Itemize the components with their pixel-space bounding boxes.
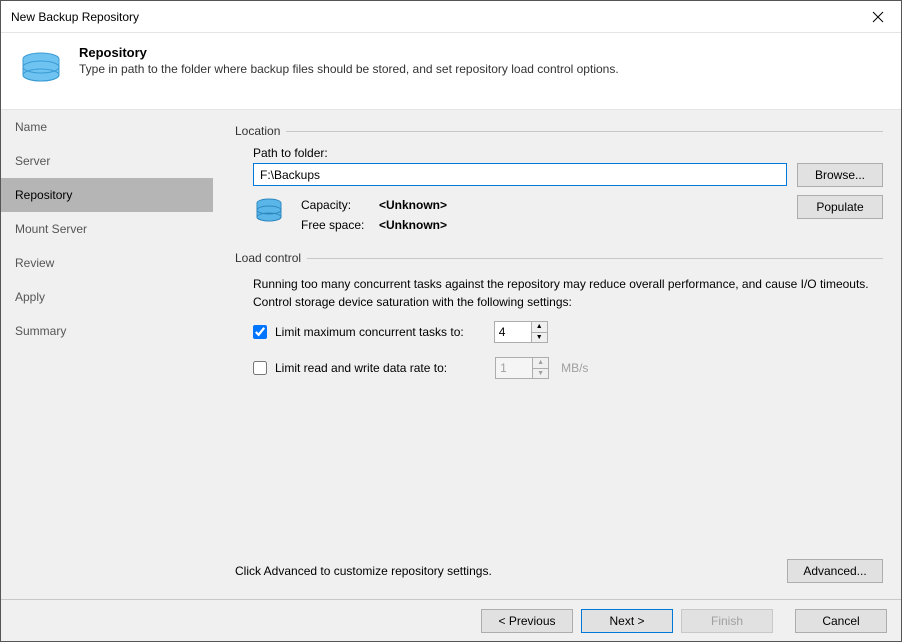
- limit-rate-value: [496, 358, 532, 378]
- titlebar: New Backup Repository: [1, 1, 901, 33]
- load-control-group: Load control Running too many concurrent…: [235, 251, 883, 393]
- sidebar-item-review[interactable]: Review: [1, 246, 213, 280]
- limit-rate-spinner: ▲▼: [495, 357, 549, 379]
- populate-button[interactable]: Populate: [797, 195, 883, 219]
- header: Repository Type in path to the folder wh…: [1, 33, 901, 110]
- advanced-button[interactable]: Advanced...: [787, 559, 883, 583]
- freespace-label: Free space:: [301, 215, 373, 235]
- advanced-hint: Click Advanced to customize repository s…: [235, 564, 777, 578]
- capacity-label: Capacity:: [301, 195, 373, 215]
- limit-tasks-label: Limit maximum concurrent tasks to:: [275, 325, 464, 339]
- previous-button[interactable]: < Previous: [481, 609, 573, 633]
- limit-tasks-spinner[interactable]: ▲▼: [494, 321, 548, 343]
- close-button[interactable]: [855, 1, 901, 33]
- limit-rate-unit: MB/s: [561, 361, 588, 375]
- browse-button[interactable]: Browse...: [797, 163, 883, 187]
- button-bar: < Previous Next > Finish Cancel: [1, 599, 901, 641]
- location-legend: Location: [235, 124, 286, 138]
- sidebar-item-apply[interactable]: Apply: [1, 280, 213, 314]
- path-label: Path to folder:: [253, 146, 883, 160]
- spinner-up-icon: ▲: [533, 358, 548, 369]
- sidebar-item-server[interactable]: Server: [1, 144, 213, 178]
- sidebar: Name Server Repository Mount Server Revi…: [1, 110, 213, 599]
- load-control-description: Running too many concurrent tasks agains…: [253, 275, 883, 311]
- header-title: Repository: [79, 45, 619, 60]
- location-group: Location Path to folder: Browse...: [235, 124, 883, 235]
- footer-note: Click Advanced to customize repository s…: [235, 559, 883, 589]
- sidebar-item-mount-server[interactable]: Mount Server: [1, 212, 213, 246]
- spinner-up-icon[interactable]: ▲: [532, 322, 547, 333]
- body: Name Server Repository Mount Server Revi…: [1, 110, 901, 599]
- sidebar-item-repository[interactable]: Repository: [1, 178, 213, 212]
- finish-button: Finish: [681, 609, 773, 633]
- path-input[interactable]: [253, 163, 787, 186]
- sidebar-item-name[interactable]: Name: [1, 110, 213, 144]
- limit-tasks-value[interactable]: [495, 322, 531, 342]
- spinner-down-icon: ▼: [533, 369, 548, 379]
- cancel-button[interactable]: Cancel: [795, 609, 887, 633]
- content: Location Path to folder: Browse...: [213, 110, 901, 599]
- load-control-legend: Load control: [235, 251, 307, 265]
- window-title: New Backup Repository: [11, 10, 139, 24]
- limit-rate-label: Limit read and write data rate to:: [275, 361, 447, 375]
- window: New Backup Repository Repository Type in…: [0, 0, 902, 642]
- freespace-value: <Unknown>: [379, 215, 447, 235]
- limit-tasks-checkbox[interactable]: [253, 325, 267, 339]
- capacity-value: <Unknown>: [379, 195, 447, 215]
- repository-icon: [17, 47, 65, 95]
- sidebar-item-summary[interactable]: Summary: [1, 314, 213, 348]
- close-icon: [872, 11, 884, 23]
- header-subtitle: Type in path to the folder where backup …: [79, 62, 619, 76]
- disk-icon: [253, 195, 285, 227]
- limit-rate-checkbox[interactable]: [253, 361, 267, 375]
- next-button[interactable]: Next >: [581, 609, 673, 633]
- spinner-down-icon[interactable]: ▼: [532, 333, 547, 343]
